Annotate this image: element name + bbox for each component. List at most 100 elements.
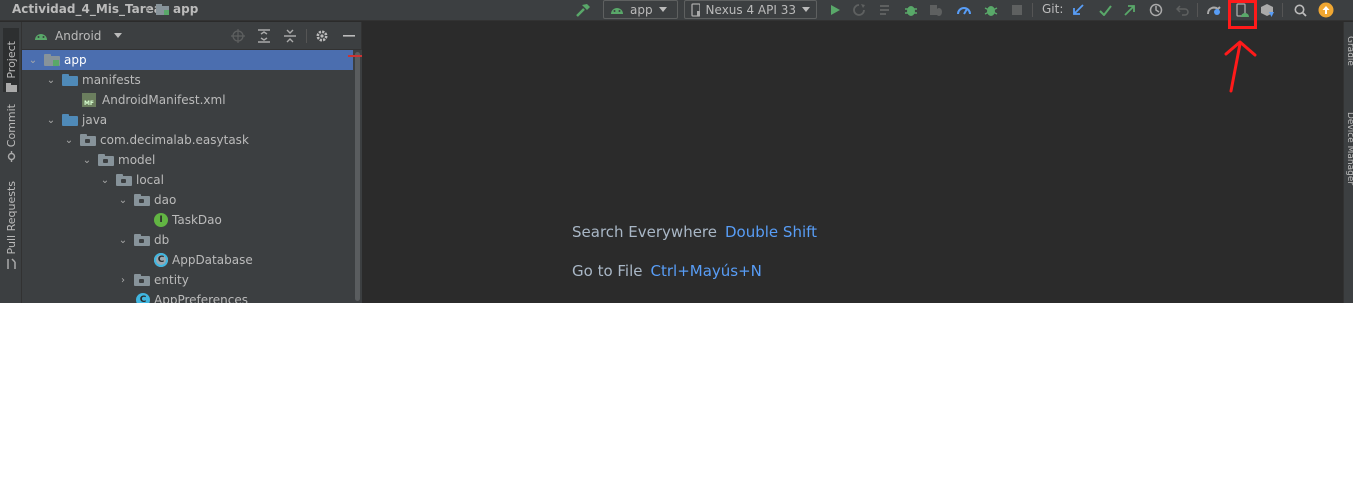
project-tree-scrollbar[interactable] [353,50,362,303]
chevron-down-icon[interactable]: ⌄ [44,113,58,127]
project-panel-header: Android [22,22,361,50]
editor-empty-area: Search Everywhere Double Shift Go to File… [363,22,1343,303]
tree-item-label: local [136,173,164,187]
project-tool-window: Android ⌄ app ⌄ manifests MF AndroidMani… [22,22,362,303]
tree-item-label: app [64,53,87,67]
tree-item-label: model [118,153,156,167]
package-icon [116,174,132,186]
chevron-down-icon[interactable]: ⌄ [98,173,112,187]
package-icon [134,274,150,286]
git-push-icon[interactable] [1121,1,1139,19]
package-icon [98,154,114,166]
tree-item-model[interactable]: ⌄ model [22,150,353,170]
right-tool-window-bar: Gradle Device Manager [1343,22,1353,303]
pull-request-icon [6,258,16,269]
chevron-down-icon[interactable]: ⌄ [26,53,40,67]
tree-item-com-decimalab-easytask[interactable]: ⌄ com.decimalab.easytask [22,130,353,150]
expand-all-icon[interactable] [255,27,273,45]
tab-device-manager[interactable]: Device Manager [1345,112,1353,222]
hint-shortcut: Ctrl+Mayús+N [650,262,762,280]
commit-icon [7,151,15,162]
hammer-icon[interactable] [574,1,592,19]
profile-icon[interactable] [955,1,973,19]
android-studio-window: Actividad_4_Mis_Tareas › app app Nexus 4… [0,0,1353,303]
git-commit-icon[interactable] [1096,1,1114,19]
tab-project-label: Project [4,41,18,79]
tab-commit[interactable]: Commit [3,98,19,162]
bug-icon[interactable] [982,1,1000,19]
hint-shortcut: Double Shift [725,223,818,241]
tab-project[interactable]: Project [3,28,19,92]
chevron-down-icon[interactable]: ⌄ [44,73,58,87]
rollback-icon[interactable] [1174,1,1192,19]
tree-item-label: entity [154,273,189,287]
tab-gradle[interactable]: Gradle [1345,36,1353,86]
tree-item-manifests[interactable]: ⌄ manifests [22,70,353,90]
tab-device-manager-label: Device Manager [1345,112,1353,186]
module-folder-icon [44,54,60,66]
tree-item-entity[interactable]: › entity [22,270,353,290]
attach-debugger-icon[interactable] [927,1,945,19]
tab-pull-requests[interactable]: Pull Requests [3,178,19,270]
breadcrumb-separator-icon: › [145,2,150,16]
tab-pull-requests-label: Pull Requests [4,180,18,254]
tree-item-db[interactable]: ⌄ db [22,230,353,250]
toolbar-separator [1197,3,1198,17]
project-view-select[interactable]: Android [34,28,123,43]
gear-icon[interactable] [313,27,331,45]
project-view-label: Android [55,28,102,43]
annotation-highlight-box [1228,0,1257,29]
folder-icon [62,74,78,86]
scrollbar-thumb[interactable] [355,52,360,301]
tree-item-app[interactable]: ⌄ app [22,50,353,70]
hint-action: Go to File [572,262,643,280]
tree-item-apppreferences[interactable]: C AppPreferences [22,290,353,303]
manifest-file-icon: MF [82,93,96,107]
tree-item-label: TaskDao [172,213,222,227]
chevron-down-icon[interactable]: ⌄ [116,193,130,207]
tab-resource-manager[interactable]: er [3,288,19,303]
tree-item-label: AppPreferences [154,293,249,303]
module-folder-icon [156,3,169,15]
tree-item-dao[interactable]: ⌄ dao [22,190,353,210]
folder-icon [5,83,17,92]
chevron-down-icon[interactable]: ⌄ [62,133,76,147]
update-icon[interactable] [1317,1,1335,19]
abstract-class-icon: C [154,253,168,267]
tree-item-java[interactable]: ⌄ java [22,110,353,130]
device-select[interactable]: Nexus 4 API 33 [684,0,817,19]
history-icon[interactable] [1147,1,1165,19]
sdk-manager-icon[interactable] [1258,1,1276,19]
rerun-icon[interactable] [850,1,868,19]
stop-icon[interactable] [1008,1,1026,19]
debug-icon[interactable] [902,1,920,19]
minimize-icon[interactable] [340,27,358,45]
chevron-down-icon [802,7,810,12]
tree-item-label: manifests [82,73,141,87]
folder-icon [62,114,78,126]
run-configuration-select[interactable]: app [603,0,678,19]
tab-gradle-label: Gradle [1345,36,1353,66]
apply-changes-icon[interactable] [877,1,895,19]
tab-commit-label: Commit [4,103,18,147]
breadcrumb-module[interactable]: app [156,2,198,16]
chevron-down-icon[interactable]: ⌄ [116,233,130,247]
tree-item-label: java [82,113,108,127]
git-update-icon[interactable] [1069,1,1087,19]
tree-item-label: AppDatabase [172,253,253,267]
locate-file-icon[interactable] [229,27,247,45]
navigation-toolbar: Actividad_4_Mis_Tareas › app app Nexus 4… [0,0,1353,21]
collapse-all-icon[interactable] [281,27,299,45]
chevron-right-icon[interactable]: › [116,273,130,287]
left-tool-window-bar: Project Commit Pull Requests er [0,22,22,303]
tree-item-androidmanifest[interactable]: MF AndroidManifest.xml [22,90,353,110]
run-icon[interactable] [826,1,844,19]
tree-item-appdatabase[interactable]: C AppDatabase [22,250,353,270]
search-icon[interactable] [1291,1,1309,19]
tree-item-taskdao[interactable]: I TaskDao [22,210,353,230]
chevron-down-icon[interactable]: ⌄ [80,153,94,167]
tree-item-local[interactable]: ⌄ local [22,170,353,190]
class-icon: C [136,293,150,303]
hint-go-to-file: Go to File Ctrl+Mayús+N [572,262,762,280]
gradle-sync-icon[interactable] [1205,1,1223,19]
